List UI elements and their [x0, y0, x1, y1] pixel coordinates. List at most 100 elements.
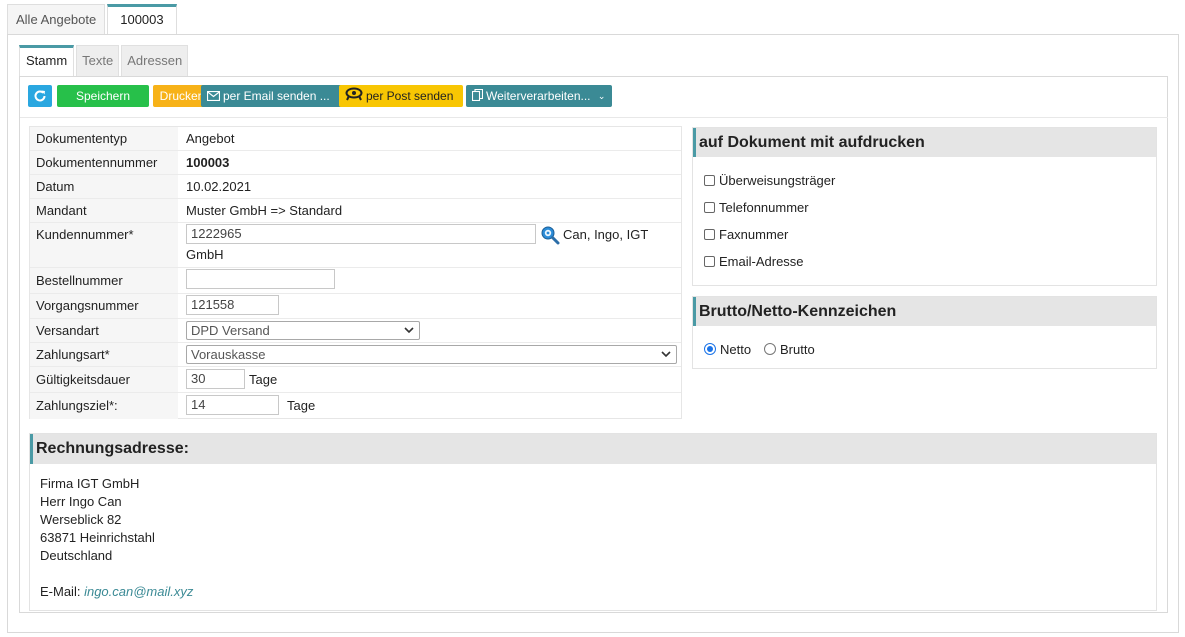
radio-brutto[interactable]: Brutto	[764, 342, 815, 357]
refresh-button[interactable]	[28, 85, 52, 107]
option-phone[interactable]: Telefonnummer	[704, 200, 809, 215]
value-payment-cell: Vorauskasse	[186, 343, 681, 366]
row-order: Bestellnummer	[30, 268, 681, 294]
email-link[interactable]: ingo.can@mail.xyz	[84, 584, 193, 599]
tab-stamm[interactable]: Stamm	[19, 45, 75, 77]
option-label: Faxnummer	[719, 227, 789, 242]
option-transfer-slip[interactable]: Überweisungsträger	[704, 173, 835, 188]
checkbox[interactable]	[704, 175, 715, 186]
further-process-label: Weiterverarbeiten...	[486, 89, 591, 103]
label-terms: Zahlungsziel*:	[30, 393, 178, 419]
label-process: Vorgangsnummer	[30, 294, 178, 318]
tab-texte[interactable]: Texte	[76, 45, 120, 76]
row-shipping: Versandart DPD Versand	[30, 319, 681, 343]
radio-netto[interactable]: Netto	[704, 342, 751, 357]
value-docnum: 100003	[186, 155, 230, 170]
label-order: Bestellnummer	[30, 268, 178, 293]
document-form: Dokumententyp Angebot Dokumentennummer 1…	[29, 126, 682, 419]
checkbox[interactable]	[704, 202, 715, 213]
checkbox[interactable]	[704, 229, 715, 240]
value-shipping-cell: DPD Versand	[186, 319, 681, 342]
address-line: Werseblick 82	[40, 512, 122, 527]
value-doctype-cell: Angebot	[186, 127, 681, 150]
inner-tab-bar: Stamm Texte Adressen	[19, 45, 190, 77]
send-email-label: per Email senden ...	[223, 89, 330, 103]
address-line: 63871 Heinrichstahl	[40, 530, 155, 545]
payment-selected: Vorauskasse	[191, 347, 266, 362]
address-line: Firma IGT GmbH	[40, 476, 140, 491]
label-mandant: Mandant	[30, 199, 178, 222]
invoice-address-panel: Rechnungsadresse: Firma IGT GmbH Herr In…	[29, 433, 1157, 611]
validity-unit: Tage	[249, 372, 278, 387]
chevron-down-icon: ⌄	[597, 91, 606, 101]
radio-label: Brutto	[780, 342, 815, 357]
row-customer: Kundennummer* 1222965 Can, Ingo, IGT Gmb…	[30, 223, 681, 268]
row-date: Datum 10.02.2021	[30, 175, 681, 199]
refresh-icon	[34, 90, 46, 102]
invoice-address-title: Rechnungsadresse:	[30, 434, 1156, 464]
option-fax[interactable]: Faxnummer	[704, 227, 788, 242]
further-process-button[interactable]: Weiterverarbeiten... ⌄	[466, 85, 612, 107]
gross-net-title: Brutto/Netto-Kennzeichen	[693, 297, 1156, 326]
copy-icon	[471, 86, 484, 108]
row-terms: Zahlungsziel*: 14 Tage	[30, 393, 681, 419]
customer-search-icon[interactable]	[540, 225, 560, 248]
print-options-title: auf Dokument mit aufdrucken	[693, 128, 1156, 157]
validity-input[interactable]: 30	[186, 369, 245, 389]
label-doctype: Dokumententyp	[30, 127, 178, 150]
gross-net-panel: Brutto/Netto-Kennzeichen Netto Brutto	[692, 296, 1157, 369]
shipping-select[interactable]: DPD Versand	[186, 321, 420, 340]
label-date: Datum	[30, 175, 178, 198]
option-label: Überweisungsträger	[719, 173, 836, 188]
send-post-label: per Post senden	[366, 89, 454, 103]
row-docnum: Dokumentennummer 100003	[30, 151, 681, 175]
customer-name-line1: Can, Ingo, IGT	[563, 227, 649, 242]
checkbox[interactable]	[704, 256, 715, 267]
customer-name-line2: GmbH	[186, 247, 224, 262]
value-customer-cell: 1222965 Can, Ingo, IGT GmbH	[186, 223, 681, 267]
row-validity: Gültigkeitsdauer 30 Tage	[30, 367, 681, 393]
option-email-address[interactable]: Email-Adresse	[704, 254, 804, 269]
value-mandant: Muster GmbH => Standard	[186, 203, 343, 218]
value-terms-cell: 14 Tage	[186, 393, 681, 419]
terms-unit: Tage	[287, 398, 316, 413]
chevron-down-icon	[661, 351, 671, 358]
row-mandant: Mandant Muster GmbH => Standard	[30, 199, 681, 223]
value-mandant-cell: Muster GmbH => Standard	[186, 199, 681, 222]
envelope-icon	[206, 86, 221, 108]
payment-select[interactable]: Vorauskasse	[186, 345, 677, 364]
radio-button[interactable]	[764, 343, 776, 355]
address-line: Herr Ingo Can	[40, 494, 122, 509]
value-validity-cell: 30 Tage	[186, 367, 681, 392]
print-options-panel: auf Dokument mit aufdrucken Überweisungs…	[692, 127, 1157, 286]
label-customer: Kundennummer*	[30, 223, 178, 267]
save-button[interactable]: Speichern	[57, 85, 149, 107]
process-number-input[interactable]: 121558	[186, 295, 279, 315]
toolbar-divider	[20, 117, 1168, 118]
option-label: Telefonnummer	[719, 200, 809, 215]
customer-number-input[interactable]: 1222965	[186, 224, 536, 244]
tab-adressen[interactable]: Adressen	[121, 45, 189, 76]
value-order-cell	[186, 268, 681, 293]
value-doctype: Angebot	[186, 131, 235, 146]
label-shipping: Versandart	[30, 319, 178, 342]
order-number-input[interactable]	[186, 269, 335, 289]
terms-input[interactable]: 14	[186, 395, 279, 415]
send-post-button[interactable]: per Post senden	[339, 85, 463, 107]
address-line: Deutschland	[40, 548, 113, 563]
row-doctype: Dokumententyp Angebot	[30, 127, 681, 151]
value-date: 10.02.2021	[186, 179, 252, 194]
row-process: Vorgangsnummer 121558	[30, 294, 681, 319]
shipping-selected: DPD Versand	[191, 323, 270, 338]
tab-all-offers[interactable]: Alle Angebote	[7, 4, 106, 35]
option-label: Email-Adresse	[719, 254, 804, 269]
value-docnum-cell: 100003	[186, 151, 681, 174]
top-tab-bar: Alle Angebote 100003	[7, 4, 179, 36]
radio-button[interactable]	[704, 343, 716, 355]
chevron-down-icon	[404, 327, 414, 334]
tab-document-100003[interactable]: 100003	[107, 4, 177, 36]
value-date-cell: 10.02.2021	[186, 175, 681, 198]
value-process-cell: 121558	[186, 294, 681, 318]
email-label: E-Mail:	[40, 584, 81, 599]
address-email-row: E-Mail: ingo.can@mail.xyz	[40, 584, 193, 599]
